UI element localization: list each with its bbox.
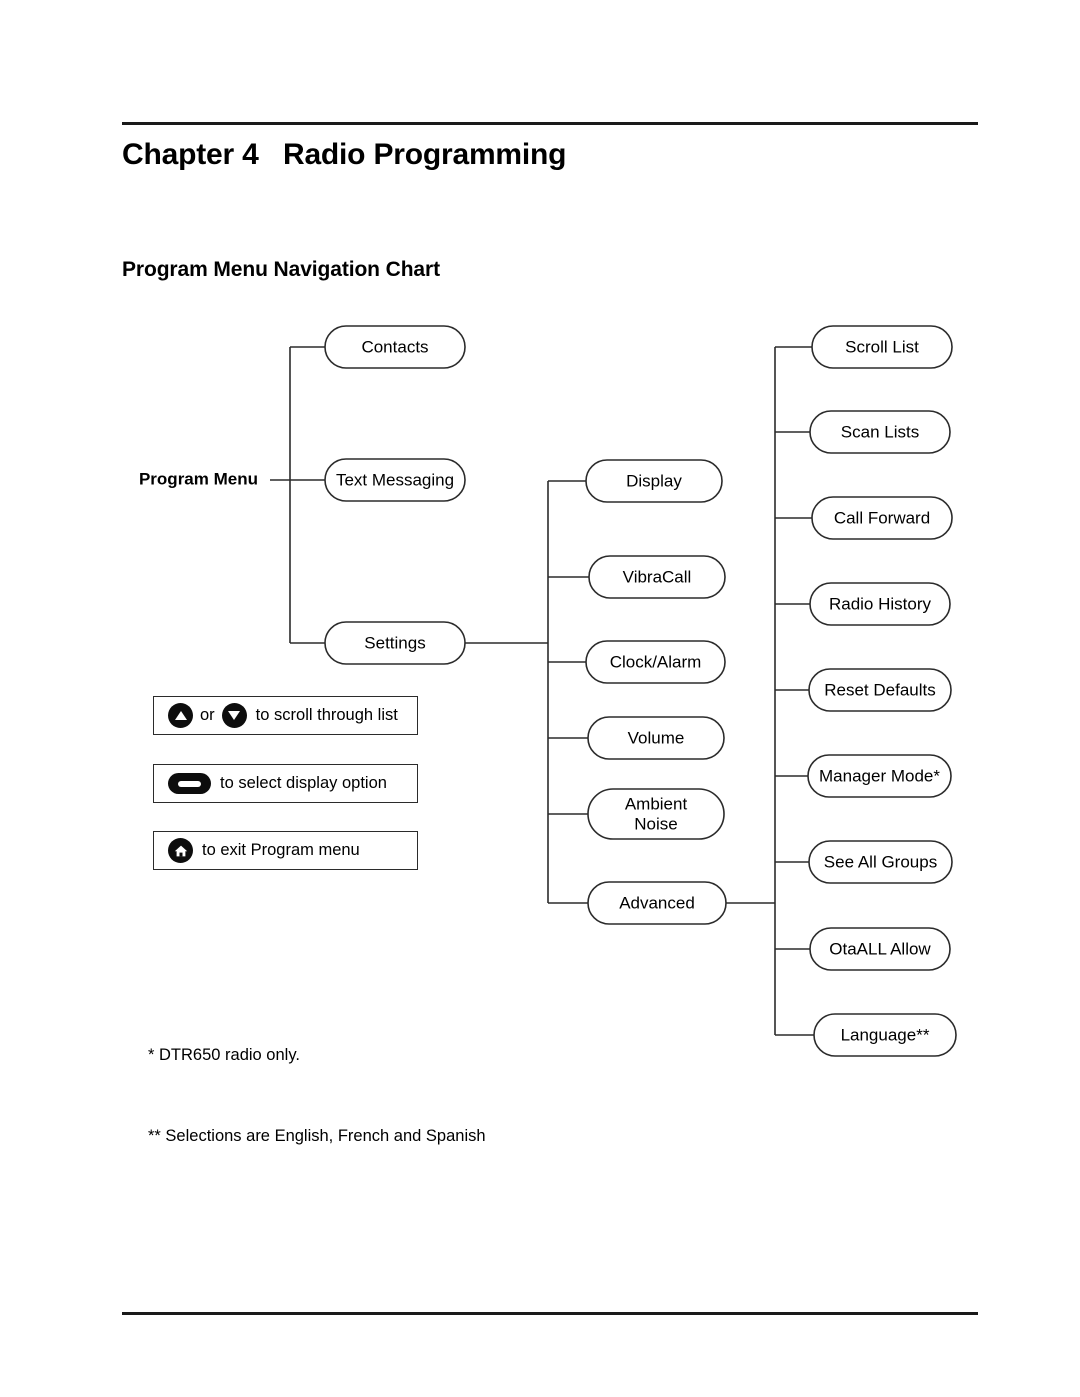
- node-label: Scan Lists: [841, 422, 919, 441]
- triangle-up-icon: [168, 703, 193, 728]
- level2-node-1[interactable]: VibraCall: [588, 555, 726, 599]
- level3-node-4[interactable]: Reset Defaults: [808, 668, 952, 712]
- level2-node-5[interactable]: Advanced: [587, 881, 727, 925]
- node-label: Call Forward: [834, 508, 930, 527]
- level3-node-6[interactable]: See All Groups: [808, 840, 953, 884]
- level2-node-3[interactable]: Volume: [587, 716, 725, 760]
- level1-node-1[interactable]: Text Messaging: [324, 458, 466, 502]
- node-label: Noise: [634, 814, 677, 833]
- node-label: Contacts: [361, 337, 428, 356]
- node-label: Ambient: [625, 794, 688, 813]
- level3-node-2[interactable]: Call Forward: [811, 496, 953, 540]
- level3-node-8[interactable]: Language**: [813, 1013, 957, 1057]
- node-label: Manager Mode*: [819, 766, 940, 785]
- node-label: Display: [626, 471, 682, 490]
- node-label: Clock/Alarm: [610, 652, 702, 671]
- node-label: Advanced: [619, 893, 695, 912]
- node-label: Radio History: [829, 594, 932, 613]
- legend-exit-text: to exit Program menu: [202, 841, 360, 859]
- legend-scroll-text: to scroll through list: [255, 706, 398, 724]
- level3-node-0[interactable]: Scroll List: [811, 325, 953, 369]
- root-node-label: Program Menu: [139, 469, 258, 488]
- level3-node-7[interactable]: OtaALL Allow: [809, 927, 951, 971]
- legend-exit-key: to exit Program menu: [153, 831, 418, 870]
- level3-node-5[interactable]: Manager Mode*: [807, 754, 952, 798]
- connector-lines: [270, 346, 814, 1036]
- node-label: See All Groups: [824, 852, 937, 871]
- legend-select-key: to select display option: [153, 764, 418, 803]
- node-label: OtaALL Allow: [829, 939, 931, 958]
- level2-node-0[interactable]: Display: [585, 459, 723, 503]
- level3-node-1[interactable]: Scan Lists: [809, 410, 951, 454]
- node-label: VibraCall: [623, 567, 692, 586]
- node-label: Scroll List: [845, 337, 919, 356]
- legend-or-label: or: [200, 706, 215, 724]
- footnote-double-asterisk: ** Selections are English, French and Sp…: [148, 1127, 486, 1145]
- page: Chapter 4 Radio Programming Program Menu…: [0, 0, 1080, 1397]
- select-pill-icon: [168, 773, 211, 794]
- node-label: Text Messaging: [336, 470, 454, 489]
- level1-node-2[interactable]: Settings: [324, 621, 466, 665]
- legend-scroll-keys: or to scroll through list: [153, 696, 418, 735]
- node-label: Reset Defaults: [824, 680, 936, 699]
- node-label: Volume: [628, 728, 685, 747]
- footnote-single-asterisk: * DTR650 radio only.: [148, 1046, 300, 1064]
- legend-select-text: to select display option: [220, 774, 387, 792]
- level2-node-2[interactable]: Clock/Alarm: [585, 640, 726, 684]
- root-node: Program Menu: [139, 469, 258, 488]
- level1-node-0[interactable]: Contacts: [324, 325, 466, 369]
- node-label: Settings: [364, 633, 425, 652]
- diagram-nodes: Contacts Text Messaging Settings Display Vib…: [324, 325, 957, 1057]
- home-icon: [168, 838, 193, 863]
- node-label: Language**: [841, 1025, 930, 1044]
- footnotes: * DTR650 radio only. ** Selections are E…: [148, 988, 486, 1204]
- level3-node-3[interactable]: Radio History: [809, 582, 951, 626]
- level2-node-4[interactable]: AmbientNoise: [587, 788, 725, 840]
- triangle-down-icon: [221, 703, 247, 728]
- footer-rule: [122, 1312, 978, 1315]
